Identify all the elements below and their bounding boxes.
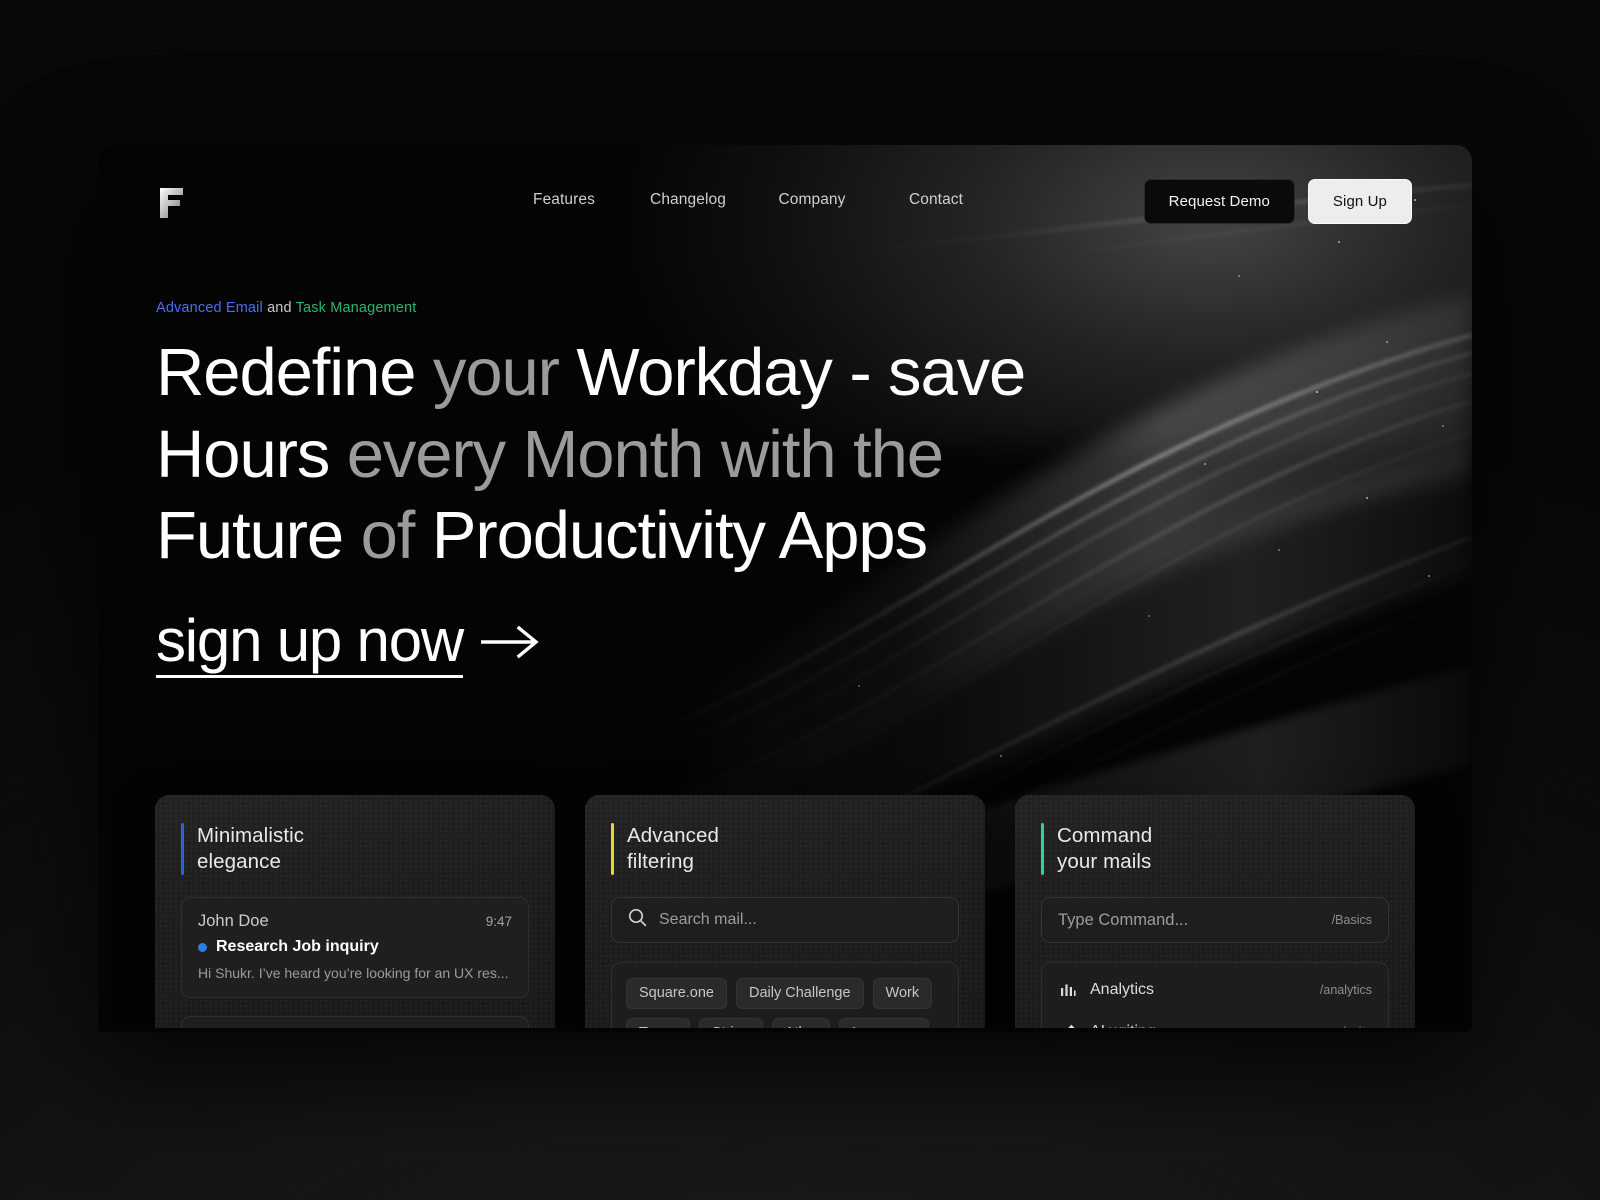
unread-dot-icon	[198, 942, 207, 952]
app-window: Features Changelog Company Contact Reque…	[98, 145, 1472, 1032]
filter-tag[interactable]: Work	[872, 978, 933, 1010]
headline-word-future: Future	[156, 498, 361, 574]
filter-tag-list: Square.one Daily Challenge Work Taxes St…	[611, 962, 959, 1032]
card-title: Minimalistic elegance	[197, 824, 305, 874]
sign-up-now-link[interactable]: sign up now	[156, 609, 543, 678]
f-mark-icon	[160, 188, 183, 218]
card-accent-bar	[611, 823, 614, 876]
filter-tag[interactable]: Daily Challenge	[735, 978, 864, 1010]
hero-eyebrow: Advanced Email and Task Management	[156, 300, 1106, 316]
brand-logo-icon[interactable]	[156, 186, 186, 220]
card-advanced-filtering: Advanced filtering Search mail... Square…	[585, 795, 985, 1032]
headline-phrase-every-month: every Month with the	[346, 416, 944, 492]
top-navigation: Features Changelog Company Contact Reque…	[98, 145, 1472, 255]
command-scope-badge: /Basics	[1331, 913, 1372, 928]
hero-headline: Redefine your Workday - save Hours every…	[156, 332, 1106, 577]
command-placeholder: Type Command...	[1058, 910, 1189, 929]
mail-subject-row: Research Job inquiry	[198, 938, 512, 956]
nav-link-features[interactable]: Features	[502, 183, 626, 217]
card-header: Minimalistic elegance	[181, 823, 529, 876]
feature-cards: Minimalistic elegance John Doe 9:47 Rese…	[155, 795, 1415, 1032]
headline-word-redefine: Redefine	[156, 335, 433, 410]
nav-actions: Request Demo Sign Up	[1143, 178, 1412, 224]
headline-word-your: your	[432, 335, 577, 410]
search-mail-input[interactable]: Search mail...	[611, 897, 959, 944]
headline-word-hours: Hours	[156, 416, 347, 492]
headline-phrase-workday-save: Workday - save	[576, 335, 1026, 410]
cta-label: sign up now	[156, 609, 464, 678]
sign-up-button[interactable]: Sign Up	[1307, 178, 1412, 224]
nav-link-changelog[interactable]: Changelog	[626, 183, 750, 217]
eyebrow-part-advanced-email: Advanced Email	[156, 300, 263, 316]
bar-chart-icon	[1058, 980, 1078, 1000]
card-accent-bar	[181, 823, 184, 876]
mail-sender: John Doe	[198, 912, 269, 931]
card-minimalistic-elegance: Minimalistic elegance John Doe 9:47 Rese…	[155, 795, 555, 1032]
card-title: Advanced filtering	[627, 824, 719, 874]
request-demo-button[interactable]: Request Demo	[1143, 178, 1295, 224]
mail-preview: Hi Shukr. I’ve heard you’re looking for …	[198, 965, 509, 982]
eyebrow-part-and: and	[262, 300, 296, 316]
nav-link-company[interactable]: Company	[750, 183, 874, 217]
command-list: Analytics /analytics AI writing /write	[1041, 962, 1389, 1032]
headline-phrase-productivity-apps: Productivity Apps	[431, 498, 928, 574]
search-icon	[628, 908, 647, 932]
card-title: Command your mails	[1057, 824, 1153, 874]
mail-subject: Research Job inquiry	[216, 938, 379, 956]
filter-tag[interactable]: Square.one	[626, 978, 727, 1010]
nav-link-contact[interactable]: Contact	[874, 183, 998, 217]
headline-word-of: of	[360, 498, 432, 574]
card-header: Advanced filtering	[611, 823, 959, 876]
card-command-your-mails: Command your mails Type Command... /Basi…	[1015, 795, 1415, 1032]
command-label: Analytics	[1090, 981, 1155, 999]
command-input[interactable]: Type Command... /Basics	[1041, 897, 1389, 944]
nav-links: Features Changelog Company Contact	[502, 183, 998, 217]
command-list-item[interactable]: Analytics /analytics	[1042, 969, 1388, 1011]
mail-timestamp: 9:47	[485, 914, 512, 930]
eyebrow-part-task-management: Task Management	[295, 300, 417, 316]
arrow-right-icon	[479, 622, 543, 662]
card-accent-bar	[1041, 823, 1044, 876]
command-shortcut: /analytics	[1319, 983, 1372, 998]
hero-section: Advanced Email and Task Management Redef…	[156, 300, 1106, 678]
mail-header: John Doe 9:47	[198, 912, 512, 931]
search-placeholder: Search mail...	[659, 911, 757, 929]
mail-list-item[interactable]: John Doe 9:47 Research Job inquiry Hi Sh…	[181, 897, 529, 999]
bottom-clip-edge	[98, 1028, 1472, 1032]
card-header: Command your mails	[1041, 823, 1389, 876]
